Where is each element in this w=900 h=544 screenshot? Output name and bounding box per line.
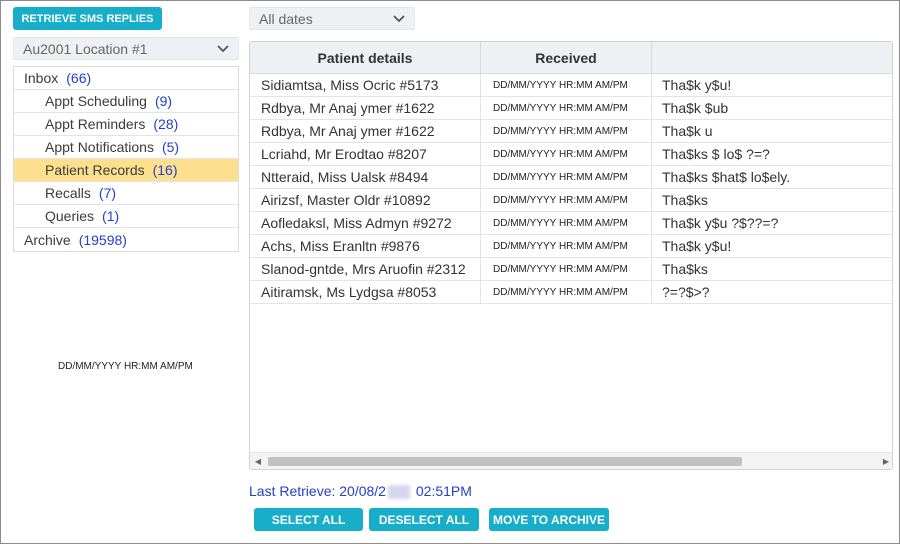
move-to-archive-button[interactable]: MOVE TO ARCHIVE <box>489 508 609 531</box>
table-row[interactable]: Aitiramsk, Ms Lydgsa #8053 DD/MM/YYYY HR:… <box>250 281 892 304</box>
scroll-left-arrow-icon[interactable]: ◀ <box>250 453 266 469</box>
deselect-all-button[interactable]: DESELECT ALL <box>369 508 479 531</box>
cell-patient-details: Achs, Miss Eranltn #9876 <box>250 235 481 257</box>
cell-patient-details: Sidiamtsa, Miss Ocric #5173 <box>250 74 481 96</box>
cell-received: DD/MM/YYYY HR:MM AM/PM <box>481 281 652 303</box>
folder-label: Queries <box>45 208 95 224</box>
table-row[interactable]: Achs, Miss Eranltn #9876 DD/MM/YYYY HR:MM… <box>250 235 892 258</box>
folder-item-patient-records[interactable]: Patient Records (16) <box>14 159 238 182</box>
folder-item-inbox[interactable]: Inbox (66) <box>14 67 238 90</box>
date-filter-value: All dates <box>259 10 313 27</box>
folder-count: (5) <box>161 139 180 155</box>
redacted-text <box>387 485 410 500</box>
folder-item-archive[interactable]: Archive (19598) <box>14 228 238 251</box>
column-header-received[interactable]: Received <box>481 42 652 74</box>
select-all-button[interactable]: SELECT ALL <box>254 508 363 531</box>
column-header-patient-details[interactable]: Patient details <box>250 42 481 74</box>
sidebar-timestamp: DD/MM/YYYY HR:MM AM/PM <box>58 361 193 372</box>
date-filter-select[interactable]: All dates <box>249 7 415 30</box>
folder-item-appt-reminders[interactable]: Appt Reminders (28) <box>14 113 238 136</box>
folder-count: (7) <box>98 185 117 201</box>
folder-count: (1) <box>102 208 120 224</box>
location-value: Au2001 Location #1 <box>23 40 148 57</box>
cell-patient-details: Rdbya, Mr Anaj ymer #1622 <box>250 120 481 142</box>
folder-count: (66) <box>66 70 92 86</box>
folder-label: Archive <box>24 231 71 248</box>
cell-message: Tha$ks <box>662 261 708 277</box>
folder-label: Inbox <box>24 70 59 86</box>
cell-message: Tha$ks <box>662 192 708 208</box>
folder-list: Inbox (66) Appt Scheduling (9) Appt Reminder… <box>13 66 239 252</box>
cell-patient-details: Ntteraid, Miss Ualsk #8494 <box>250 166 481 188</box>
cell-patient-details: Aofledaksl, Miss Admyn #9272 <box>250 212 481 234</box>
horizontal-scrollbar[interactable]: ◀ ▶ <box>250 452 892 469</box>
scrollbar-thumb[interactable] <box>268 457 742 466</box>
cell-received: DD/MM/YYYY HR:MM AM/PM <box>481 97 652 119</box>
cell-received: DD/MM/YYYY HR:MM AM/PM <box>481 258 652 280</box>
cell-patient-details: Slanod-gntde, Mrs Aruofin #2312 <box>250 258 481 280</box>
table-row[interactable]: Rdbya, Mr Anaj ymer #1622 DD/MM/YYYY HR:M… <box>250 97 892 120</box>
cell-patient-details: Lcriahd, Mr Erodtao #8207 <box>250 143 481 165</box>
folder-label: Appt Scheduling <box>45 93 147 109</box>
folder-count: (16) <box>152 162 178 178</box>
cell-message: Tha$k y$u! <box>662 77 732 93</box>
cell-message: Tha$k u <box>662 123 713 139</box>
folder-count: (28) <box>153 116 179 132</box>
last-retrieve-label: Last Retrieve: 20/08/2 <box>249 483 386 499</box>
folder-label: Appt Notifications <box>45 139 154 155</box>
grid-header: Patient details Received <box>250 42 892 74</box>
table-row[interactable]: Slanod-gntde, Mrs Aruofin #2312 DD/MM/YYY… <box>250 258 892 281</box>
cell-message: ?=?$>? <box>662 284 710 300</box>
table-row[interactable]: Ntteraid, Miss Ualsk #8494 DD/MM/YYYY HR:… <box>250 166 892 189</box>
table-row[interactable]: Lcriahd, Mr Erodtao #8207 DD/MM/YYYY HR:M… <box>250 143 892 166</box>
last-retrieve-time: 02:51PM <box>415 483 472 499</box>
cell-patient-details: Rdbya, Mr Anaj ymer #1622 <box>250 97 481 119</box>
location-select[interactable]: Au2001 Location #1 <box>13 37 239 60</box>
column-header-message[interactable] <box>652 42 892 74</box>
cell-received: DD/MM/YYYY HR:MM AM/PM <box>481 166 652 188</box>
cell-message: Tha$ks $ lo$ ?=? <box>662 146 770 162</box>
grid-rows: Sidiamtsa, Miss Ocric #5173 DD/MM/YYYY HR… <box>250 74 892 304</box>
cell-received: DD/MM/YYYY HR:MM AM/PM <box>481 212 652 234</box>
retrieve-sms-replies-button[interactable]: RETRIEVE SMS REPLIES <box>13 7 162 30</box>
folder-item-queries[interactable]: Queries (1) <box>14 205 238 228</box>
folder-count: (9) <box>154 93 173 109</box>
table-row[interactable]: Rdbya, Mr Anaj ymer #1622 DD/MM/YYYY HR:M… <box>250 120 892 143</box>
cell-received: DD/MM/YYYY HR:MM AM/PM <box>481 143 652 165</box>
cell-received: DD/MM/YYYY HR:MM AM/PM <box>481 74 652 96</box>
folder-label: Appt Reminders <box>45 116 146 132</box>
chevron-down-icon <box>217 44 229 52</box>
replies-grid: Patient details Received Sidiamtsa, Miss… <box>249 41 893 470</box>
scroll-right-arrow-icon[interactable]: ▶ <box>878 453 892 469</box>
cell-message: Tha$k y$u! <box>662 238 732 254</box>
folder-count: (19598) <box>78 231 127 248</box>
cell-patient-details: Aitiramsk, Ms Lydgsa #8053 <box>250 281 481 303</box>
table-row[interactable]: Sidiamtsa, Miss Ocric #5173 DD/MM/YYYY HR… <box>250 74 892 97</box>
cell-received: DD/MM/YYYY HR:MM AM/PM <box>481 235 652 257</box>
cell-patient-details: Airizsf, Master Oldr #10892 <box>250 189 481 211</box>
cell-message: Tha$k y$u ?$??=? <box>662 215 779 231</box>
folder-label: Patient Records <box>45 162 145 178</box>
folder-item-appt-scheduling[interactable]: Appt Scheduling (9) <box>14 90 238 113</box>
table-row[interactable]: Airizsf, Master Oldr #10892 DD/MM/YYYY HR… <box>250 189 892 212</box>
chevron-down-icon <box>393 14 405 22</box>
cell-received: DD/MM/YYYY HR:MM AM/PM <box>481 120 652 142</box>
last-retrieve-status: Last Retrieve: 20/08/2 02:51PM <box>249 483 472 500</box>
folder-item-recalls[interactable]: Recalls (7) <box>14 182 238 205</box>
cell-message: Tha$ks $hat$ lo$ely. <box>662 169 791 185</box>
cell-message: Tha$k $ub <box>662 100 729 116</box>
folder-item-appt-notifications[interactable]: Appt Notifications (5) <box>14 136 238 159</box>
folder-label: Recalls <box>45 185 91 201</box>
cell-received: DD/MM/YYYY HR:MM AM/PM <box>481 189 652 211</box>
table-row[interactable]: Aofledaksl, Miss Admyn #9272 DD/MM/YYYY H… <box>250 212 892 235</box>
